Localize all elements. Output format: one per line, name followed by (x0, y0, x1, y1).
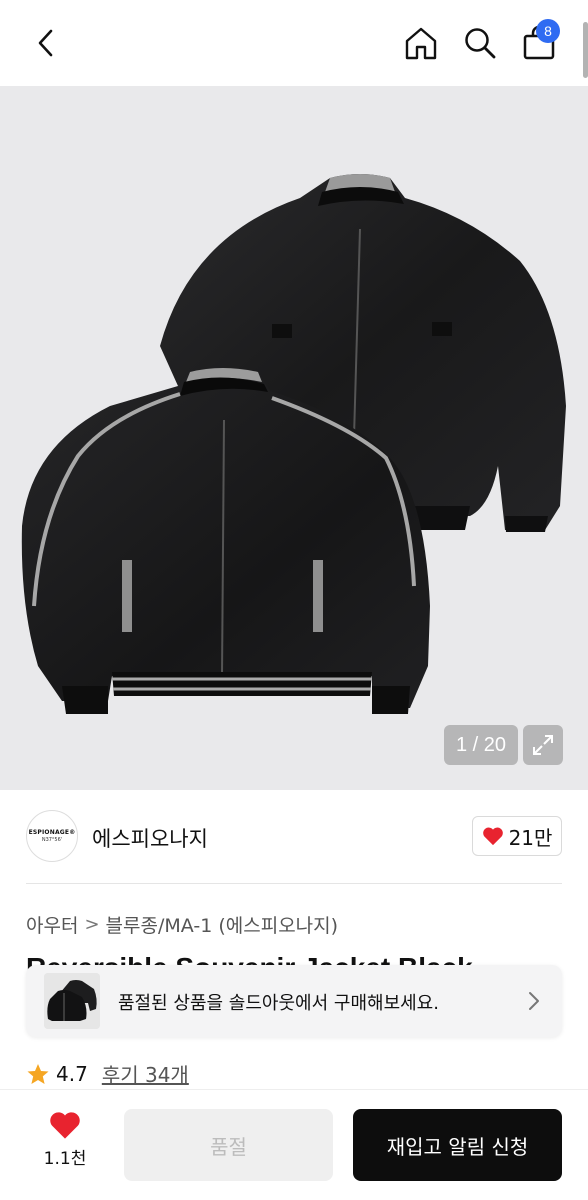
top-app-bar: 8 (0, 0, 588, 86)
cart-count-badge: 8 (536, 19, 560, 43)
banner-product-thumbnail (44, 973, 100, 1029)
breadcrumb-separator: > (84, 914, 100, 935)
expand-icon (533, 735, 553, 755)
heart-icon (482, 827, 503, 846)
breadcrumb-item-outer[interactable]: 아우터 (26, 911, 78, 938)
home-icon (405, 27, 437, 60)
back-button[interactable] (26, 21, 66, 65)
soldout-promo-banner[interactable]: 품절된 상품을 솔드아웃에서 구매해보세요. (26, 965, 562, 1037)
cart-button[interactable]: 8 (519, 19, 560, 65)
banner-text: 품절된 상품을 솔드아웃에서 구매해보세요. (118, 993, 439, 1014)
image-counter: 1 / 20 (444, 725, 518, 765)
brand-row: ESPIONAGE® N37°56' 에스피오나지 21만 (26, 808, 562, 864)
search-icon (465, 28, 496, 59)
chevron-right-icon (529, 992, 539, 1010)
scrollbar-thumb[interactable] (583, 22, 588, 78)
heart-icon (50, 1112, 80, 1139)
breadcrumb: 아우터 > 블루종/MA-1 (에스피오나지) (26, 911, 338, 938)
expand-image-button[interactable] (523, 725, 563, 765)
rating-row: 4.7 후기 34개 (26, 1059, 189, 1088)
rating-value: 4.7 (56, 1061, 88, 1086)
brand-name[interactable]: 에스피오나지 (92, 823, 208, 853)
brand-like-button[interactable]: 21만 (472, 816, 562, 856)
product-image-gallery[interactable] (0, 86, 588, 790)
brand-logo-text: ESPIONAGE® (28, 829, 76, 836)
brand-logo-subtext: N37°56' (41, 837, 63, 843)
wishlist-button[interactable]: 1.1천 (34, 1110, 96, 1180)
breadcrumb-item-category[interactable]: 블루종/MA-1 (에스피오나지) (106, 911, 339, 938)
divider (26, 883, 562, 884)
review-count-link[interactable]: 후기 34개 (102, 1059, 189, 1088)
chevron-left-icon (38, 29, 53, 57)
brand-like-count: 21만 (508, 825, 553, 850)
soldout-button: 품절 (124, 1109, 333, 1181)
product-photo (21, 174, 566, 714)
bottom-action-bar: 1.1천 품절 재입고 알림 신청 (0, 1089, 588, 1200)
restock-alert-button[interactable]: 재입고 알림 신청 (353, 1109, 562, 1181)
star-icon (27, 1063, 49, 1084)
brand-logo[interactable]: ESPIONAGE® N37°56' (26, 810, 78, 862)
search-button[interactable] (460, 21, 500, 65)
wishlist-count: 1.1천 (43, 1149, 87, 1169)
home-button[interactable] (401, 21, 441, 65)
